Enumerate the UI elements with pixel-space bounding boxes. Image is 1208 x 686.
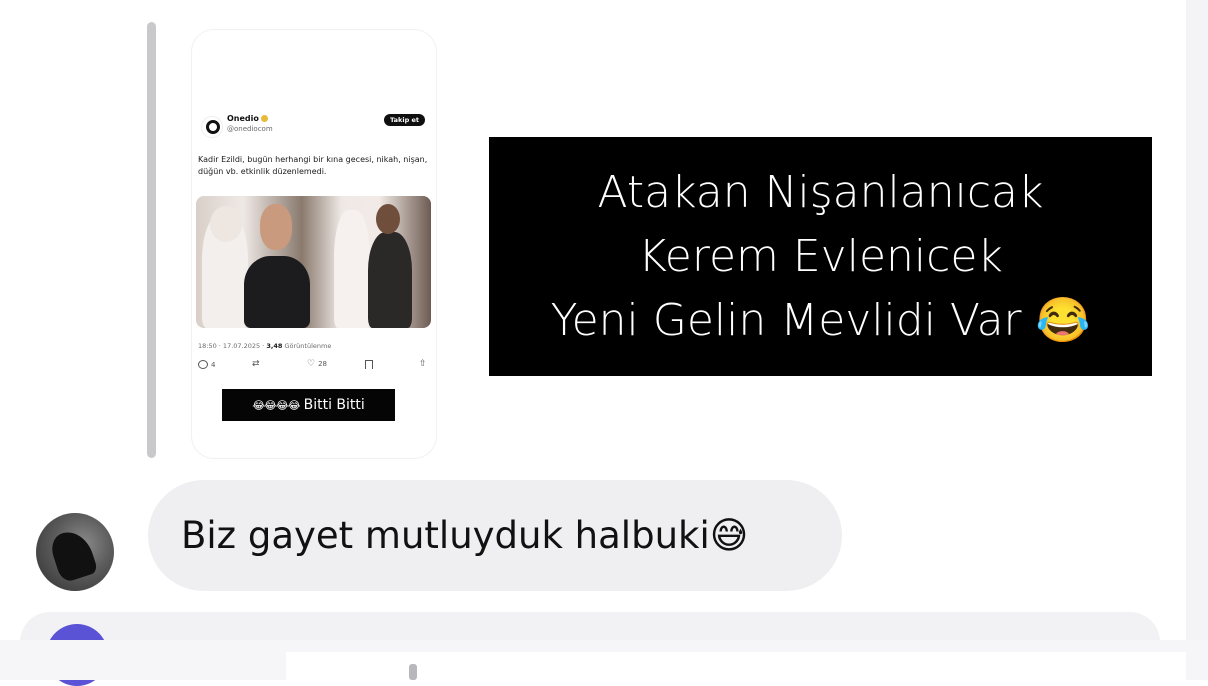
- photo-groom-center-head: [260, 204, 292, 250]
- tweet-views: 3,48: [266, 342, 283, 350]
- photo-groom-right-head: [376, 204, 400, 234]
- bottom-scroll-handle[interactable]: [409, 664, 417, 680]
- message-bubble[interactable]: Biz gayet mutluyduk halbuki😅: [148, 480, 842, 591]
- overlay-line-2: Kerem Evlenicek: [638, 230, 1003, 282]
- like-count: 28: [318, 360, 327, 368]
- share-icon: ⇧: [419, 359, 427, 369]
- overlay-line-3: Yeni Gelin Mevlidi Var 😂: [550, 294, 1091, 346]
- follow-button: Takip et: [384, 114, 425, 126]
- sender-avatar[interactable]: [36, 513, 114, 591]
- tweet-photo: [196, 196, 431, 328]
- onedio-logo: [201, 116, 223, 138]
- story-caption-text: Bitti Bitti: [303, 397, 365, 413]
- right-edge-panel: [1186, 0, 1208, 640]
- share-action: ⇧: [419, 359, 427, 369]
- tweet-meta: 18:50 · 17.07.2025 · 3,48 Görüntülenme: [198, 342, 331, 350]
- bookmark-action: [365, 360, 373, 369]
- tweet-author-name: Onedio: [227, 114, 259, 123]
- message-text: Biz gayet mutluyduk halbuki😅: [181, 514, 749, 557]
- reply-icon: [198, 360, 208, 369]
- photo-groom-right: [368, 232, 412, 328]
- tweet-actions: 4 ⇄ ♡ 28 ⇧: [197, 360, 429, 374]
- like-action: ♡ 28: [307, 359, 327, 369]
- tweet-timestamp: 18:50 · 17.07.2025 ·: [198, 342, 267, 350]
- reply-action: 4: [198, 360, 215, 369]
- photo-groom-center: [244, 256, 310, 328]
- retweet-action: ⇄: [252, 359, 260, 369]
- verified-badge-icon: [260, 115, 268, 122]
- tweet-views-label: Görüntülenme: [282, 342, 332, 350]
- tweet-handle: @onediocom: [227, 125, 273, 133]
- heart-icon: ♡: [307, 359, 316, 369]
- bottom-content-panel: [286, 652, 1186, 680]
- overlay-line-1: Atakan Nişanlanıcak: [597, 166, 1044, 218]
- bookmark-icon: [365, 360, 373, 369]
- laughing-emoji-icons: 😂😂😂😂: [252, 398, 300, 412]
- reply-count: 4: [211, 360, 216, 369]
- photo-bride-right: [334, 210, 370, 328]
- retweet-icon: ⇄: [252, 359, 260, 369]
- reply-indicator-bar: [147, 22, 156, 458]
- story-caption: 😂😂😂😂 Bitti Bitti: [222, 389, 395, 421]
- tweet-author: Onedio: [227, 114, 268, 123]
- tweet-text: Kadir Ezildi, bugün herhangi bir kına ge…: [198, 155, 428, 176]
- photo-bride-left-head: [210, 206, 242, 242]
- text-overlay-box: Atakan Nişanlanıcak Kerem Evlenicek Yeni…: [489, 137, 1152, 376]
